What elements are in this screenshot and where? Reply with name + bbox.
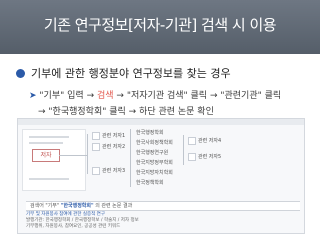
tree-connector bbox=[87, 134, 88, 174]
tree-node-label[interactable]: 관련 저자1 bbox=[102, 132, 125, 139]
arrow-icon: ➤ bbox=[29, 91, 37, 101]
tree-node-org[interactable]: 한국정책학회 bbox=[136, 179, 164, 186]
step1-search: 검색 bbox=[96, 91, 114, 101]
embedded-screenshot: 저자 관련 저자1 관련 저자2 관련 저자3 한국행정학회 한국사회정책학회 … bbox=[17, 118, 305, 234]
tree-node[interactable] bbox=[188, 153, 196, 161]
tree-node[interactable] bbox=[92, 132, 100, 140]
tree-node-org[interactable]: 한국사회정책학회 bbox=[136, 139, 173, 146]
step1-arrow1: → bbox=[86, 91, 95, 101]
instruction-step1: ➤ "기부" 입력 → 검색 → "저자기관 검색" 클릭 → "관련기관" 클… bbox=[29, 88, 281, 101]
step1-arrow2: → bbox=[116, 91, 124, 101]
tree-node[interactable] bbox=[92, 143, 100, 151]
tree-node[interactable] bbox=[92, 167, 100, 175]
tree-node-org[interactable]: 한국행정학회 bbox=[136, 129, 164, 136]
tree-node-org[interactable]: 한국지방자치학회 bbox=[136, 169, 173, 176]
step1-rest: "저자기관 검색" 클릭 → "관련기관" 클릭 bbox=[126, 91, 282, 101]
sidebar-line bbox=[29, 178, 69, 180]
tree-node-label[interactable]: 관련 저자3 bbox=[102, 167, 125, 174]
tree-node[interactable] bbox=[188, 137, 196, 145]
tree-node-label[interactable]: 관련 저자4 bbox=[198, 137, 221, 144]
tree-connector bbox=[59, 155, 87, 156]
tree-node-org[interactable]: 한국행정연구원 bbox=[136, 149, 168, 156]
screenshot-toolbar bbox=[18, 119, 304, 125]
tree-node-label[interactable]: 관련 저자2 bbox=[102, 143, 125, 150]
tree-node-org[interactable]: 한국지방정부학회 bbox=[136, 159, 173, 166]
result-snippet: 기부행위, 자원봉사, 참여요인, 공공성 관련 키워드 bbox=[26, 224, 121, 229]
result-suffix: 의 관련 논문 결과 bbox=[95, 203, 133, 209]
sidebar-line bbox=[29, 136, 69, 138]
section-heading: 기부에 관한 행정분야 연구정보를 찾는 경우 bbox=[31, 67, 231, 80]
tree-connector bbox=[130, 129, 131, 187]
sidebar-line bbox=[29, 142, 63, 144]
result-prefix: 검색어 "기부" bbox=[30, 203, 60, 209]
instruction-step2: → "한국행정학회" 클릭 → 하단 관련 논문 확인 bbox=[38, 107, 214, 117]
tree-connector bbox=[183, 135, 184, 165]
result-org: "한국행정학회" bbox=[60, 203, 94, 209]
tree-node-label[interactable]: 관련 저자5 bbox=[198, 153, 221, 160]
tree-root-node[interactable]: 저자 bbox=[32, 149, 60, 162]
result-item[interactable]: 기부 및 자원봉사 참여에 관한 실증적 연구 발행기관: 한국행정학회 / 한… bbox=[26, 212, 296, 230]
step1-keyword: "기부" 입력 bbox=[39, 91, 84, 101]
slide-title: 기존 연구정보[저자-기관] 검색 시 이용 bbox=[43, 16, 277, 34]
bullet-dot bbox=[16, 69, 25, 78]
result-header: 검색어 "기부" "한국행정학회" 의 관련 논문 결과 bbox=[26, 201, 300, 211]
